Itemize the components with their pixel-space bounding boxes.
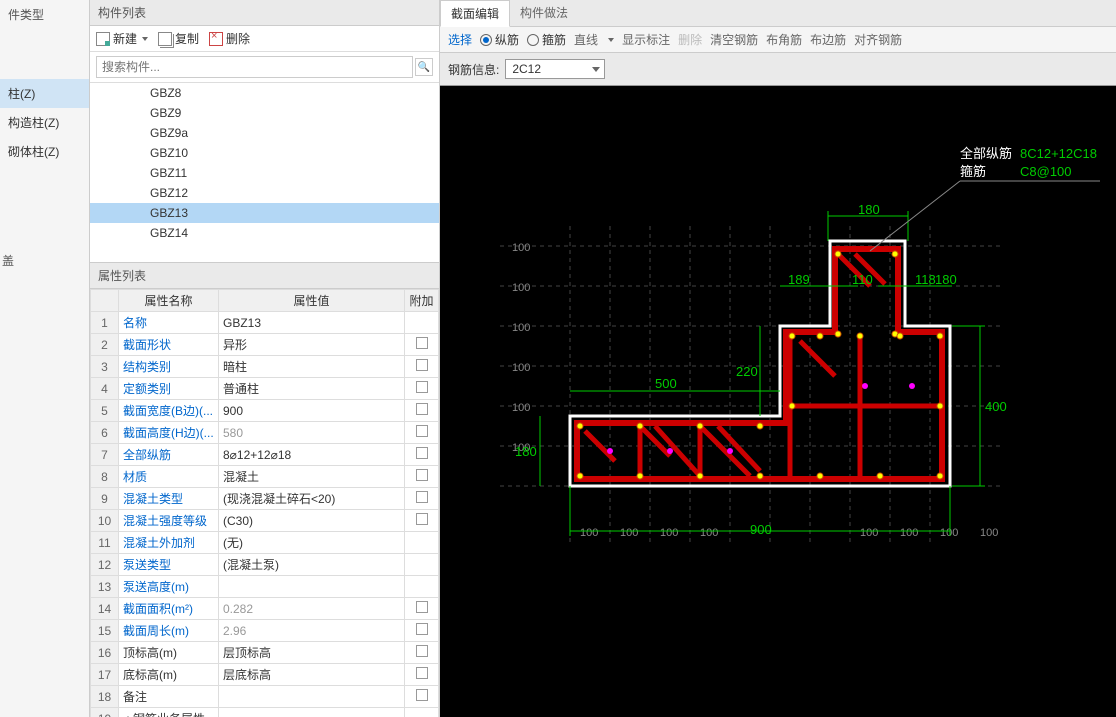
delete-button[interactable]: 删除 (209, 30, 250, 47)
component-item[interactable]: GBZ9a (90, 123, 439, 143)
tab-component-method[interactable]: 构件做法 (510, 0, 578, 26)
chevron-down-icon (608, 38, 614, 42)
component-item[interactable]: GBZ11 (90, 163, 439, 183)
property-list-title: 属性列表 (90, 263, 439, 289)
corner-rebar[interactable]: 布角筋 (766, 31, 802, 48)
svg-text:500: 500 (655, 376, 677, 391)
svg-text:110: 110 (852, 272, 873, 287)
property-row[interactable]: 3结构类别暗柱 (91, 356, 439, 378)
property-row[interactable]: 12泵送类型(混凝土泵) (91, 554, 439, 576)
rebar-info-select[interactable]: 2C12 (505, 59, 605, 79)
align-rebar[interactable]: 对齐钢筋 (854, 31, 902, 48)
property-row[interactable]: 14截面面积(m²)0.282 (91, 598, 439, 620)
svg-text:100: 100 (620, 527, 638, 539)
component-item[interactable]: GBZ13 (90, 203, 439, 223)
property-row[interactable]: 7全部纵筋8⌀12+12⌀18 (91, 444, 439, 466)
svg-text:100: 100 (860, 527, 878, 539)
show-label[interactable]: 显示标注 (622, 31, 670, 48)
rebar-info-label: 钢筋信息: (448, 61, 499, 78)
select-tool[interactable]: 选择 (448, 31, 472, 48)
clear-rebar[interactable]: 清空钢筋 (710, 31, 758, 48)
left-item-1[interactable]: 构造柱(Z) (0, 108, 89, 137)
property-row[interactable]: 8材质混凝土 (91, 466, 439, 488)
svg-text:C8@100: C8@100 (1020, 164, 1072, 179)
property-row[interactable]: 5截面宽度(B边)(...900 (91, 400, 439, 422)
chevron-down-icon (142, 37, 148, 41)
property-row[interactable]: 10混凝土强度等级(C30) (91, 510, 439, 532)
svg-text:400: 400 (985, 399, 1007, 414)
property-row[interactable]: 6截面高度(H边)(...580 (91, 422, 439, 444)
property-row[interactable]: 18备注 (91, 686, 439, 708)
property-row[interactable]: 15截面周长(m)2.96 (91, 620, 439, 642)
svg-text:100: 100 (512, 362, 530, 374)
new-button[interactable]: 新建 (96, 30, 148, 47)
svg-text:180: 180 (515, 444, 537, 459)
property-row[interactable]: 2截面形状异形 (91, 334, 439, 356)
svg-text:100: 100 (512, 242, 530, 254)
svg-text:100: 100 (980, 527, 998, 539)
search-input[interactable] (96, 56, 413, 78)
component-list-title: 构件列表 (90, 0, 439, 26)
tab-section-edit[interactable]: 截面编辑 (440, 0, 510, 27)
section-canvas[interactable]: 100100100 100100100 100100100 100100100 … (440, 86, 1116, 717)
delete-icon (209, 32, 223, 46)
component-item[interactable]: GBZ14 (90, 223, 439, 243)
component-item[interactable]: GBZ9 (90, 103, 439, 123)
property-row[interactable]: 11混凝土外加剂(无) (91, 532, 439, 554)
left-item-2[interactable]: 砌体柱(Z) (0, 137, 89, 166)
svg-text:100: 100 (512, 402, 530, 414)
svg-text:900: 900 (750, 522, 772, 537)
svg-text:100: 100 (580, 527, 598, 539)
svg-text:箍筋: 箍筋 (960, 164, 986, 179)
col-prop-value: 属性值 (219, 290, 405, 312)
svg-text:189: 189 (788, 272, 810, 287)
line-tool[interactable]: 直线 (574, 31, 598, 48)
svg-text:220: 220 (736, 364, 758, 379)
svg-text:8C12+12C18: 8C12+12C18 (1020, 146, 1097, 161)
property-row[interactable]: 19+钢筋业务属性 (91, 708, 439, 717)
left-item-0[interactable]: 柱(Z) (0, 79, 89, 108)
col-prop-extra: 附加 (405, 290, 439, 312)
svg-text:100: 100 (512, 282, 530, 294)
component-list[interactable]: GBZ8GBZ9GBZ9aGBZ10GBZ11GBZ12GBZ13GBZ14 (90, 83, 439, 263)
property-row[interactable]: 4定额类别普通柱 (91, 378, 439, 400)
copy-button[interactable]: 复制 (158, 30, 199, 47)
svg-text:180: 180 (935, 272, 957, 287)
component-item[interactable]: GBZ12 (90, 183, 439, 203)
svg-text:100: 100 (940, 527, 958, 539)
delete-rebar: 删除 (678, 31, 702, 48)
component-item[interactable]: GBZ10 (90, 143, 439, 163)
search-icon[interactable] (415, 58, 433, 76)
svg-text:100: 100 (660, 527, 678, 539)
col-prop-name: 属性名称 (119, 290, 219, 312)
stirrup-radio[interactable]: 箍筋 (527, 31, 566, 48)
svg-text:100: 100 (512, 322, 530, 334)
svg-text:100: 100 (900, 527, 918, 539)
property-row[interactable]: 17底标高(m)层底标高 (91, 664, 439, 686)
left-panel-header: 件类型 (0, 0, 89, 29)
svg-text:全部纵筋: 全部纵筋 (960, 146, 1012, 161)
copy-icon (158, 32, 172, 46)
svg-text:180: 180 (858, 202, 880, 217)
side-rebar[interactable]: 布边筋 (810, 31, 846, 48)
component-item[interactable]: GBZ8 (90, 83, 439, 103)
new-icon (96, 32, 110, 46)
longi-radio[interactable]: 纵筋 (480, 31, 519, 48)
property-row[interactable]: 16顶标高(m)层顶标高 (91, 642, 439, 664)
gai-label: 盖 (0, 246, 89, 269)
svg-text:118: 118 (915, 272, 936, 287)
property-row[interactable]: 9混凝土类型(现浇混凝土碎石<20) (91, 488, 439, 510)
property-row[interactable]: 13泵送高度(m) (91, 576, 439, 598)
svg-text:100: 100 (700, 527, 718, 539)
property-row[interactable]: 1名称GBZ13 (91, 312, 439, 334)
